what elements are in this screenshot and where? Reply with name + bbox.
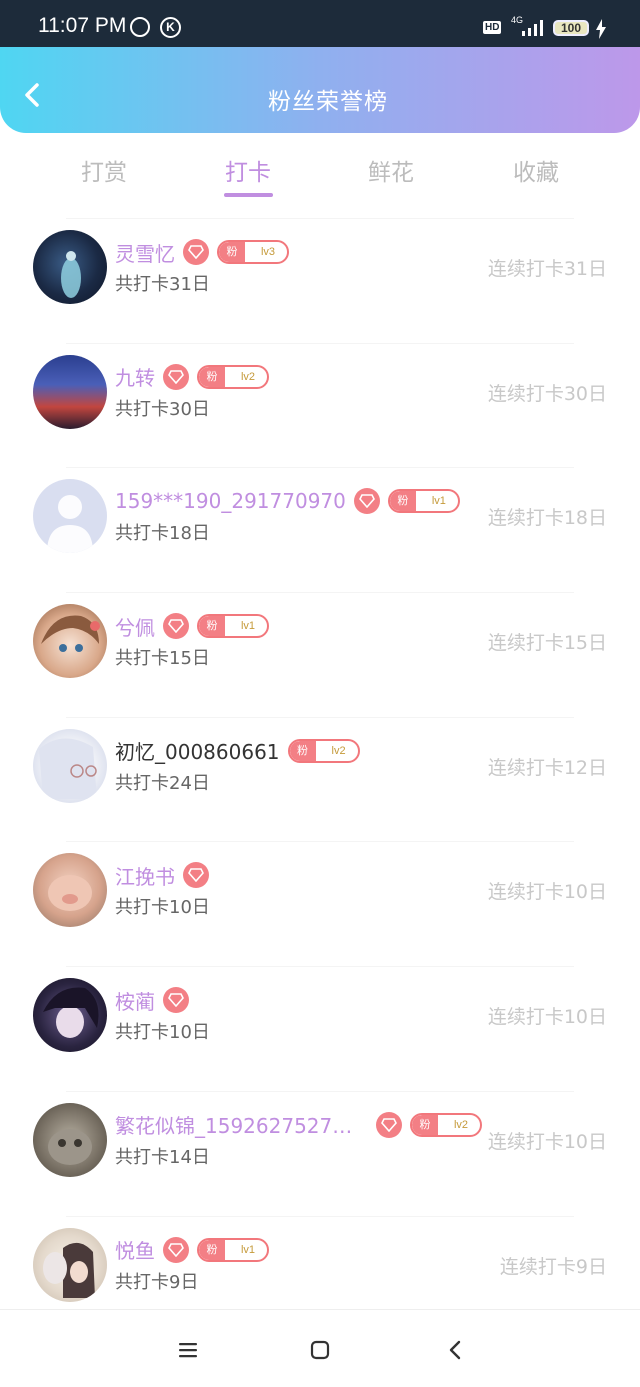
avatar — [33, 479, 107, 554]
fan-level-badge: 粉 lv2 — [197, 364, 269, 389]
hd-label: HD — [483, 21, 502, 34]
streak-checkin: 连续打卡9日 — [499, 1255, 607, 1278]
fan-level-badge: 粉 lv1 — [197, 614, 269, 639]
tab-checkin[interactable]: 打卡 — [198, 153, 298, 187]
diamond-icon — [183, 239, 209, 265]
tab-flowers[interactable]: 鲜花 — [341, 153, 441, 187]
total-checkin: 共打卡9日 — [115, 1271, 199, 1293]
fan-level-badge: 粉 lv1 — [197, 1237, 269, 1262]
list-item[interactable]: 初忆_000860661 粉 lv2 共打卡24日 连续打卡12日 — [0, 716, 640, 842]
streak-checkin: 连续打卡15日 — [487, 632, 607, 655]
page-title: 粉丝荣誉榜 — [268, 89, 388, 115]
fan-level-badge: 粉 lv2 — [287, 738, 360, 763]
tab-indicator — [224, 193, 273, 197]
streak-checkin: 连续打卡18日 — [487, 507, 607, 530]
total-checkin: 共打卡15日 — [115, 648, 210, 670]
list-item[interactable]: 灵雪忆 粉 lv3 共打卡31日 连续打卡31日 — [0, 218, 640, 343]
streak-checkin: 连续打卡12日 — [487, 756, 607, 779]
diamond-icon — [163, 363, 189, 390]
avatar — [33, 978, 107, 1053]
avatar — [33, 354, 107, 429]
avatar — [33, 1102, 107, 1177]
list-item[interactable]: 桉蔺 共打卡10日 连续打卡10日 — [0, 966, 640, 1091]
alarm-icon — [130, 17, 150, 37]
fan-list: 灵雪忆 粉 lv3 共打卡31日 连续打卡31日 九转 粉 lv2 共打卡30日… — [0, 218, 640, 1340]
charging-icon — [596, 19, 606, 39]
streak-checkin: 连续打卡10日 — [487, 881, 607, 904]
total-checkin: 共打卡14日 — [115, 1146, 210, 1168]
fan-name: 悦鱼 — [115, 1239, 155, 1263]
total-checkin: 共打卡24日 — [115, 772, 210, 794]
avatar — [33, 604, 107, 679]
back-triangle-icon[interactable] — [443, 1338, 467, 1362]
fan-name: 灵雪忆 — [115, 241, 175, 266]
header-bar: 11:07 PM K HD 4G 100 粉丝荣誉榜 — [0, 0, 640, 133]
diamond-icon — [163, 1236, 189, 1263]
battery-icon: 100 — [553, 20, 589, 36]
diamond-icon — [183, 862, 209, 889]
signal-icon — [522, 20, 543, 36]
diamond-icon — [353, 488, 380, 515]
streak-checkin: 连续打卡30日 — [487, 382, 607, 405]
fan-name: 繁花似锦_15926275271... — [115, 1114, 360, 1139]
avatar — [33, 853, 107, 928]
total-checkin: 共打卡30日 — [115, 398, 210, 420]
list-item[interactable]: 兮佩 粉 lv1 共打卡15日 连续打卡15日 — [0, 592, 640, 717]
list-item[interactable]: 159***190_291770970 粉 lv1 共打卡18日 连续打卡18日 — [0, 467, 640, 592]
streak-checkin: 连续打卡31日 — [487, 258, 607, 280]
system-nav-bar — [0, 1309, 640, 1387]
streak-checkin: 连续打卡10日 — [487, 1006, 607, 1029]
fan-name: 初忆_000860661 — [115, 740, 280, 765]
avatar — [33, 230, 107, 304]
fan-name: 九转 — [115, 366, 155, 391]
fan-level-badge: 粉 lv2 — [410, 1112, 482, 1137]
diamond-icon — [376, 1111, 402, 1138]
fan-level-badge: 粉 lv1 — [387, 489, 460, 514]
home-square-icon[interactable] — [308, 1338, 332, 1362]
fan-name: 江挽书 — [115, 864, 175, 889]
fan-level-badge: 粉 lv3 — [217, 240, 289, 264]
tab-favorites[interactable]: 收藏 — [486, 153, 586, 187]
total-checkin: 共打卡31日 — [115, 274, 210, 295]
total-checkin: 共打卡10日 — [115, 1022, 210, 1044]
list-item[interactable]: 繁花似锦_15926275271... 粉 lv2 共打卡14日 连续打卡10日 — [0, 1090, 640, 1216]
status-time: 11:07 PM — [38, 14, 127, 37]
total-checkin: 共打卡10日 — [115, 897, 210, 919]
streak-checkin: 连续打卡10日 — [487, 1130, 607, 1153]
list-item[interactable]: 江挽书 共打卡10日 连续打卡10日 — [0, 841, 640, 966]
diamond-icon — [163, 987, 189, 1014]
status-bar: 11:07 PM K HD 4G 100 — [0, 0, 640, 47]
k-app-icon: K — [160, 17, 181, 38]
list-item[interactable]: 九转 粉 lv2 共打卡30日 连续打卡30日 — [0, 342, 640, 468]
fan-name: 兮佩 — [115, 615, 155, 640]
fan-name: 桉蔺 — [115, 989, 155, 1014]
diamond-icon — [163, 613, 189, 640]
avatar — [33, 1227, 107, 1302]
total-checkin: 共打卡18日 — [115, 523, 210, 545]
tab-tips[interactable]: 打赏 — [54, 153, 154, 187]
avatar — [33, 728, 107, 803]
menu-icon[interactable] — [176, 1338, 200, 1362]
tab-bar: 打赏 打卡 鲜花 收藏 — [0, 133, 640, 203]
fan-name: 159***190_291770970 — [115, 489, 346, 514]
